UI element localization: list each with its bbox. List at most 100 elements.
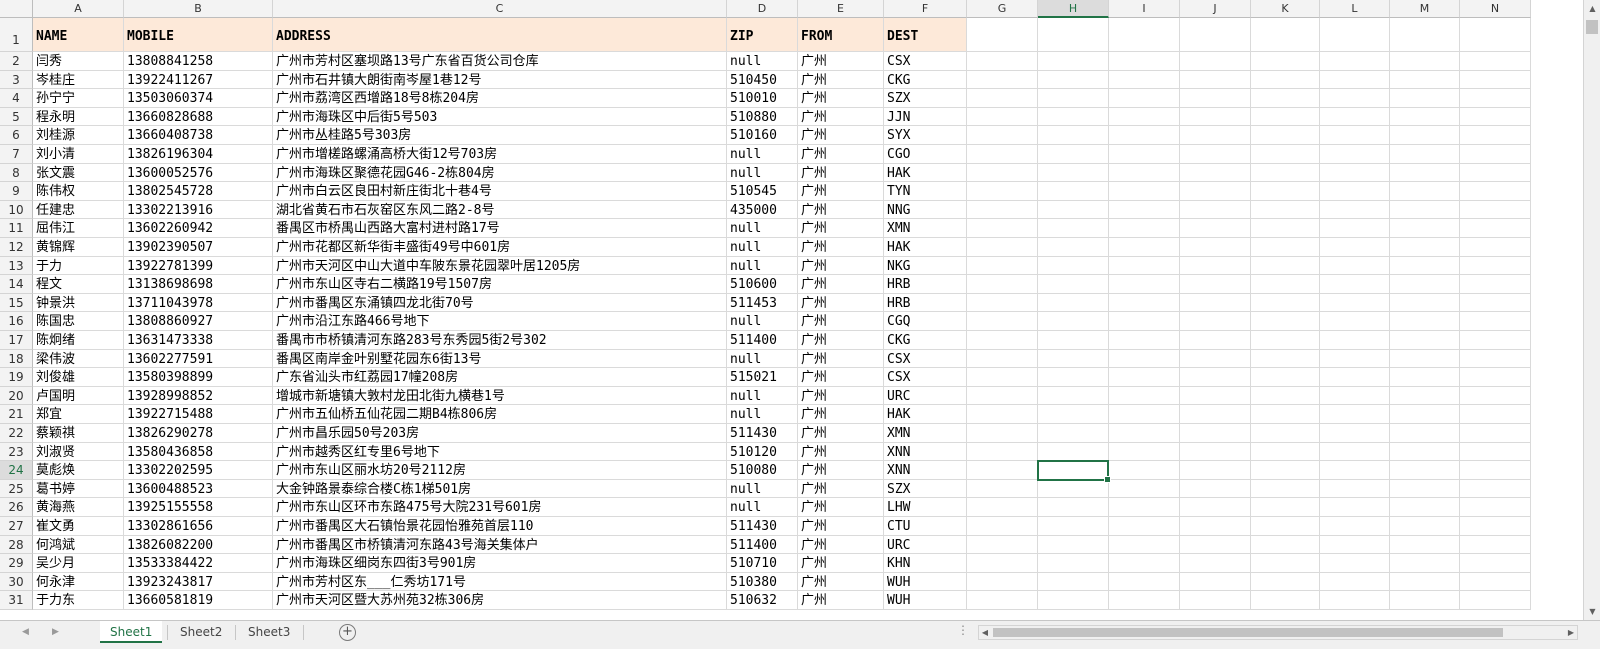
cell-mobile[interactable]: 13302202595 [124,461,273,480]
empty-cell[interactable] [1251,145,1320,164]
empty-cell[interactable] [967,535,1038,555]
empty-cell[interactable] [1038,18,1109,52]
active-cell-outline[interactable] [1037,460,1111,483]
empty-cell[interactable] [1251,163,1320,183]
empty-cell[interactable] [1320,256,1390,276]
empty-cell[interactable] [1320,126,1390,145]
cell-from[interactable]: 广州 [798,368,884,387]
empty-cell[interactable] [1109,517,1180,536]
empty-cell[interactable] [1180,89,1251,108]
empty-cell[interactable] [1390,126,1460,145]
empty-cell[interactable] [967,163,1038,183]
empty-cell[interactable] [1320,182,1390,201]
cell-mobile[interactable]: 13533384422 [124,554,273,573]
cell-zip[interactable]: 510160 [727,126,798,145]
empty-cell[interactable] [1038,479,1109,499]
cell-address[interactable]: 广州市芳村区东___仁秀坊171号 [273,572,727,592]
empty-cell[interactable] [1180,424,1251,443]
empty-cell[interactable] [1460,238,1531,257]
empty-cell[interactable] [1390,163,1460,183]
empty-cell[interactable] [1180,572,1251,592]
empty-cell[interactable] [967,89,1038,108]
empty-cell[interactable] [1038,256,1109,276]
cell-mobile[interactable]: 13503060374 [124,89,273,108]
cell-zip[interactable]: 435000 [727,200,798,220]
empty-cell[interactable] [1180,349,1251,369]
cell-mobile[interactable]: 13802545728 [124,182,273,201]
horizontal-scroll-thumb[interactable] [993,628,1503,637]
empty-cell[interactable] [1180,554,1251,573]
cell-dest[interactable]: HAK [884,405,967,424]
column-header-g[interactable]: G [967,0,1038,18]
empty-cell[interactable] [1038,386,1109,406]
cell-zip[interactable]: null [727,479,798,499]
cell-address[interactable]: 广州市增槎路螺涌高桥大街12号703房 [273,145,727,164]
empty-cell[interactable] [1460,107,1531,127]
empty-cell[interactable] [1038,219,1109,238]
empty-cell[interactable] [1180,293,1251,313]
empty-cell[interactable] [1109,163,1180,183]
empty-cell[interactable] [1320,424,1390,443]
cell-from[interactable]: 广州 [798,386,884,406]
cell-address[interactable]: 广州市石井镇大朗街南岑屋1巷12号 [273,70,727,90]
empty-cell[interactable] [1251,219,1320,238]
empty-cell[interactable] [1038,331,1109,350]
column-header-f[interactable]: F [884,0,967,18]
empty-cell[interactable] [1390,349,1460,369]
empty-cell[interactable] [1251,107,1320,127]
empty-cell[interactable] [1180,479,1251,499]
cell-name[interactable]: 陈炯绪 [33,331,124,350]
empty-cell[interactable] [1109,200,1180,220]
cell-dest[interactable]: TYN [884,182,967,201]
empty-cell[interactable] [1180,163,1251,183]
cell-dest[interactable]: SZX [884,479,967,499]
column-header-c[interactable]: C [273,0,727,18]
cell-zip[interactable]: 511430 [727,517,798,536]
row-header[interactable]: 21 [0,405,33,424]
column-header-a[interactable]: A [33,0,124,18]
empty-cell[interactable] [1109,461,1180,480]
cell-dest[interactable]: HAK [884,163,967,183]
empty-cell[interactable] [1180,107,1251,127]
cell-address[interactable]: 广州市越秀区红专里6号地下 [273,442,727,462]
empty-cell[interactable] [1320,293,1390,313]
cell-zip[interactable]: null [727,312,798,331]
vertical-dots-icon[interactable]: ⋮ [957,623,969,637]
empty-cell[interactable] [1180,442,1251,462]
empty-cell[interactable] [1109,386,1180,406]
empty-cell[interactable] [1460,89,1531,108]
empty-cell[interactable] [967,368,1038,387]
cell-zip[interactable]: 510545 [727,182,798,201]
row-header[interactable]: 12 [0,238,33,257]
empty-cell[interactable] [1320,107,1390,127]
empty-cell[interactable] [1109,219,1180,238]
cell-name[interactable]: 张文震 [33,163,124,183]
row-header[interactable]: 26 [0,498,33,517]
empty-cell[interactable] [1460,293,1531,313]
empty-cell[interactable] [1251,70,1320,90]
row-header[interactable]: 3 [0,70,33,90]
cell-name[interactable]: 黄锦辉 [33,238,124,257]
empty-cell[interactable] [1320,498,1390,517]
empty-cell[interactable] [1109,368,1180,387]
cell-mobile[interactable]: 13660828688 [124,107,273,127]
empty-cell[interactable] [1390,405,1460,424]
cell-dest[interactable]: CKG [884,70,967,90]
plus-circle-icon[interactable]: + [339,624,356,641]
empty-cell[interactable] [1460,70,1531,90]
cell-zip[interactable]: null [727,163,798,183]
empty-cell[interactable] [1320,312,1390,331]
empty-cell[interactable] [1320,238,1390,257]
cell-address[interactable]: 番禺区市桥禺山西路大富村进村路17号 [273,219,727,238]
cell-name[interactable]: 孙宁宁 [33,89,124,108]
cell-dest[interactable]: CKG [884,331,967,350]
cell-mobile[interactable]: 13922781399 [124,256,273,276]
cell-from[interactable]: 广州 [798,424,884,443]
cell-address[interactable]: 广州市昌乐园50号203房 [273,424,727,443]
cell-dest[interactable]: XMN [884,219,967,238]
empty-cell[interactable] [1180,70,1251,90]
empty-cell[interactable] [1180,256,1251,276]
empty-cell[interactable] [1251,386,1320,406]
cell-address[interactable]: 广州市东山区丽水坊20号2112房 [273,461,727,480]
cell-zip[interactable]: 510010 [727,89,798,108]
